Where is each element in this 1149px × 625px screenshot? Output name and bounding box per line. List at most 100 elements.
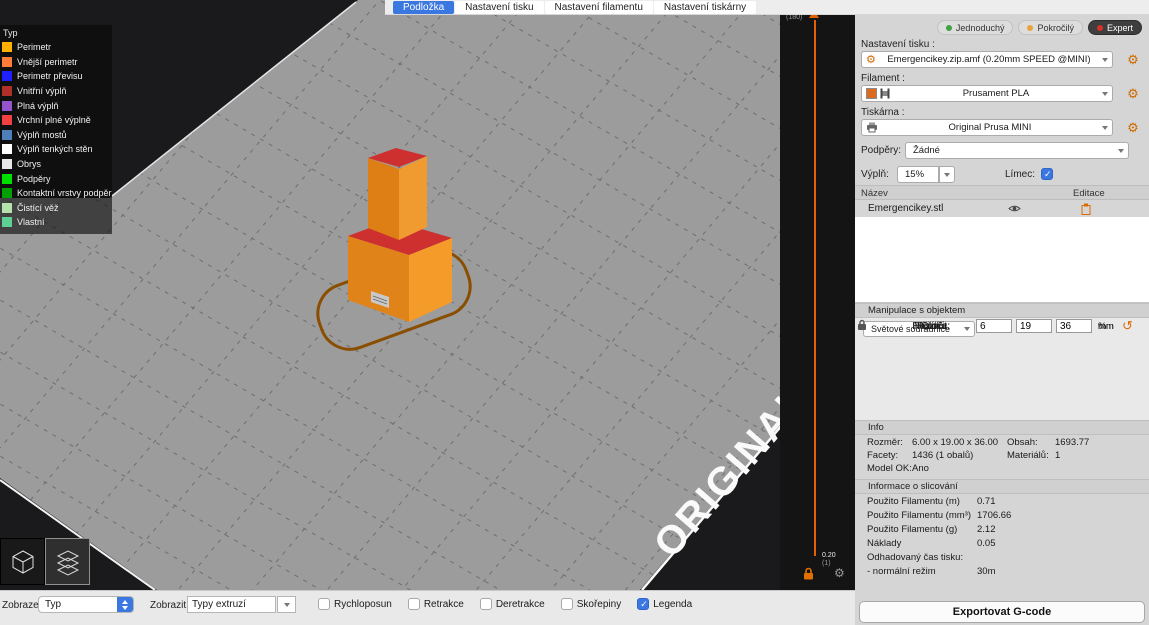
sliced-info-label: - normální režim (867, 566, 936, 577)
checkbox-box[interactable] (480, 598, 492, 610)
layer-slider[interactable] (814, 20, 816, 556)
chevron-down-icon (1102, 58, 1108, 62)
info-facets-label: Facety: (867, 450, 898, 461)
top-bar: Podložka Nastavení tisku Nastavení filam… (385, 0, 1149, 15)
mode-label: Pokročilý (1037, 23, 1074, 33)
print-settings-gear-button[interactable]: ⚙ (1125, 52, 1141, 68)
axis-x-input[interactable] (976, 319, 1012, 333)
viewport-3d[interactable]: ORIGINAL Typ Perimetr (0, 0, 780, 590)
printer-icon (866, 122, 878, 133)
tab-label: Podložka (403, 2, 444, 13)
slider-bottom-value: 0.20 (822, 552, 836, 560)
sliced-info-rows: Použito Filamentu (m) 0.71 Použito Filam… (855, 496, 1149, 580)
object-row[interactable]: Emergencikey.stl (855, 200, 1149, 217)
legend-item: Vrchní plné výplně (0, 113, 112, 128)
legend-item-label: Vnitřní výplň (17, 86, 67, 96)
mode-label: Jednoduchý (956, 23, 1005, 33)
tab[interactable]: Nastavení tiskárny (654, 1, 756, 14)
legend-item-label: Vrchní plné výplně (17, 115, 91, 125)
legend-item: Výplň tenkých stěn (0, 142, 112, 157)
eye-icon[interactable] (1008, 204, 1021, 216)
legend-item: Perimetr (0, 40, 112, 55)
view-option-checkbox[interactable]: Retrakce (408, 598, 464, 610)
axis-y-input[interactable] (1016, 319, 1052, 333)
sidebar: Jednoduchý Pokročilý Expert Nastavení ti… (855, 15, 1149, 625)
chevron-down-icon (1102, 126, 1108, 130)
manipulation-title: Manipulace s objektem (855, 303, 1149, 318)
mode-dot (1097, 25, 1103, 31)
tab-label: Nastavení tiskárny (664, 2, 746, 13)
filament-label: Filament : (861, 73, 905, 84)
filament-gear-button[interactable]: ⚙ (1125, 86, 1141, 102)
chevron-down-icon (284, 603, 290, 607)
view-thumbnails (0, 538, 90, 585)
checkbox-box[interactable] (637, 598, 649, 610)
info-volume-label: Obsah: (1007, 437, 1038, 448)
legend-items: Perimetr Vnější perimetr Perimetr převis… (0, 40, 112, 230)
info-modelok-label: Model OK: (867, 463, 912, 474)
view-mode-select[interactable]: Typ (38, 596, 134, 613)
legend-item-label: Podpěry (17, 174, 51, 184)
mode-button[interactable]: Jednoduchý (937, 20, 1014, 35)
checkbox-box[interactable] (408, 598, 420, 610)
unit-label: mm (1098, 321, 1120, 332)
legend-item-label: Obrys (17, 159, 41, 169)
printer-gear-button[interactable]: ⚙ (1125, 120, 1141, 136)
legend-title: Typ (0, 27, 112, 40)
infill-dropdown-button[interactable] (939, 166, 955, 183)
print-settings-select[interactable]: ⚙ Emergencikey.zip.amf (0.20mm SPEED @MI… (861, 51, 1113, 68)
show-filter-dropdown-button[interactable] (277, 596, 296, 613)
thumbnail-3d-view[interactable] (0, 538, 45, 585)
tab[interactable]: Podložka (393, 1, 454, 14)
tab[interactable]: Nastavení filamentu (545, 1, 653, 14)
axis-z-input[interactable] (1056, 319, 1092, 333)
brim-checkbox[interactable] (1041, 168, 1053, 180)
slider-lock-icon[interactable] (803, 567, 814, 585)
mode-button[interactable]: Pokročilý (1018, 20, 1083, 35)
infill-value: 15% (902, 169, 934, 180)
object-name-header: Název (861, 188, 888, 199)
export-gcode-button[interactable]: Exportovat G-code (859, 601, 1145, 623)
print-settings-label: Nastavení tisku : (861, 39, 935, 50)
info-materials-label: Materiálů: (1007, 450, 1049, 461)
mode-dot (946, 25, 952, 31)
show-filter-value: Typy extruzí (192, 599, 246, 610)
thumbnail-layers-view[interactable] (45, 538, 90, 585)
slider-bottom-layer: (1) (822, 560, 831, 568)
view-option-checkbox[interactable]: Deretrakce (480, 598, 545, 610)
filament-select[interactable]: Prusament PLA (861, 85, 1113, 102)
mode-label: Expert (1107, 23, 1133, 33)
legend-item: Plná výplň (0, 98, 112, 113)
show-filter-field[interactable]: Typy extruzí (187, 596, 276, 613)
legend-item-label: Plná výplň (17, 101, 59, 111)
layer-slider-strip: 36.00 (180) 0.20 (1) ⚙ (780, 0, 855, 590)
info-title: Info (855, 420, 1149, 435)
supports-select[interactable]: Žádné (905, 142, 1129, 159)
printer-value: Original Prusa MINI (881, 122, 1099, 133)
slider-gear-icon[interactable]: ⚙ (834, 566, 845, 580)
view-option-checkbox[interactable]: Rychloposun (318, 598, 392, 610)
legend-item: Vnější perimetr (0, 55, 112, 70)
info-modelok-value: Ano (912, 463, 929, 474)
view-option-checkbox[interactable]: Skořepiny (561, 598, 621, 610)
view-option-checkbox[interactable]: Legenda (637, 598, 692, 610)
printer-select[interactable]: Original Prusa MINI (861, 119, 1113, 136)
checkbox-label: Legenda (653, 599, 692, 610)
tab[interactable]: Nastavení tisku (455, 1, 543, 14)
sliced-info-value: 2.12 (977, 524, 996, 535)
legend-color-swatch (2, 203, 12, 213)
clipboard-icon[interactable] (1081, 203, 1091, 218)
checkbox-box[interactable] (318, 598, 330, 610)
infill-value-field[interactable]: 15% (897, 166, 939, 183)
checkbox-label: Skořepiny (577, 599, 621, 610)
sliced-info-value: 0.71 (977, 496, 996, 507)
supports-value: Žádné (910, 145, 1115, 156)
legend-color-swatch (2, 86, 12, 96)
mode-dot (1027, 25, 1033, 31)
info-size-label: Rozměr: (867, 437, 903, 448)
spool-icon (880, 88, 890, 99)
mode-button[interactable]: Expert (1088, 20, 1142, 35)
print-preset-icon: ⚙ (866, 53, 876, 66)
legend-color-swatch (2, 57, 12, 67)
checkbox-box[interactable] (561, 598, 573, 610)
